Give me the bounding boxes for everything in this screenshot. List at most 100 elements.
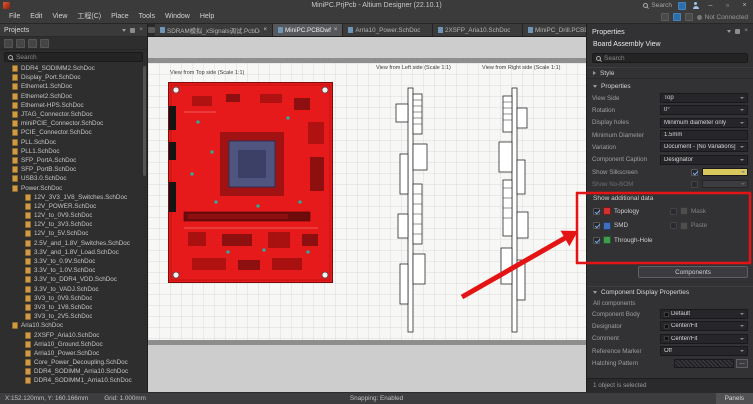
tree-item[interactable]: DDR4_SODIMM2.SchDoc xyxy=(0,64,147,73)
panels-button[interactable]: Panels xyxy=(716,393,753,404)
draftsman-canvas[interactable]: View from Left side (Scale 1:1) View fro… xyxy=(148,37,586,392)
tree-item[interactable]: JTAG_Connector.SchDoc xyxy=(0,110,147,119)
close-button[interactable] xyxy=(739,0,750,11)
tree-item[interactable]: SFP_PortB.SchDoc xyxy=(0,165,147,174)
tree-item[interactable]: USB3.0.SchDoc xyxy=(0,174,147,183)
tree-item[interactable]: PCIE_Connector.SchDoc xyxy=(0,128,147,137)
pin-icon[interactable] xyxy=(735,29,740,34)
panel-settings-icon[interactable] xyxy=(40,39,49,48)
tree-item[interactable]: Arria10_Ground.SchDoc xyxy=(0,340,147,349)
document-tab[interactable]: MiniPC.PCBDwf xyxy=(273,24,343,36)
tree-item[interactable]: 3V3_to_1V8.SchDoc xyxy=(0,303,147,312)
property-dropdown[interactable]: 0° xyxy=(660,105,748,115)
checkbox[interactable] xyxy=(593,222,600,229)
tree-item[interactable]: 3V3_to_0V9.SchDoc xyxy=(0,294,147,303)
show-silkscreen-checkbox[interactable] xyxy=(691,169,698,176)
tree-item[interactable]: miniPCIE_Connector.SchDoc xyxy=(0,119,147,128)
tree-item[interactable]: 12V_to_3V3.SchDoc xyxy=(0,220,147,229)
minimize-button[interactable] xyxy=(705,0,716,11)
pcb-right-side-view[interactable] xyxy=(496,84,536,336)
user-account-icon[interactable] xyxy=(692,2,699,9)
property-dropdown[interactable]: Designator xyxy=(660,155,748,165)
checkbox[interactable] xyxy=(593,208,600,215)
chevron-down-icon[interactable] xyxy=(122,29,126,32)
tree-item[interactable]: Arria10_Power.SchDoc xyxy=(0,349,147,358)
tab-close-icon[interactable] xyxy=(263,27,267,33)
reference-marker-dropdown[interactable]: Off xyxy=(660,346,748,356)
hatching-pattern-swatch[interactable] xyxy=(674,359,734,368)
compile-icon[interactable] xyxy=(16,39,25,48)
pcb-top-view[interactable] xyxy=(168,82,333,283)
connection-status[interactable]: Not Connected xyxy=(697,14,748,21)
properties-section-header[interactable]: Properties xyxy=(587,80,753,92)
checkbox-item[interactable]: Through-Hole xyxy=(593,235,670,245)
tree-item[interactable]: 12V_3V3_1V8_Switches.SchDoc xyxy=(0,193,147,202)
show-no-bom-checkbox[interactable] xyxy=(691,181,698,188)
color-swatch[interactable] xyxy=(603,222,611,230)
workspace-icon[interactable] xyxy=(673,13,681,21)
menu-item[interactable]: 工程(C) xyxy=(72,11,106,23)
tree-item[interactable]: 3.3V_to_1.0V.SchDoc xyxy=(0,266,147,275)
tree-item[interactable]: Core_Power_Decoupling.SchDoc xyxy=(0,358,147,367)
property-dropdown[interactable]: Center/Fit xyxy=(660,334,748,344)
silkscreen-color-swatch[interactable] xyxy=(702,168,748,176)
open-project-icon[interactable] xyxy=(28,39,37,48)
menu-item[interactable]: Help xyxy=(195,11,219,23)
checkbox[interactable] xyxy=(670,222,677,229)
maximize-button[interactable] xyxy=(722,0,733,12)
color-swatch[interactable] xyxy=(680,222,688,230)
property-dropdown[interactable]: Minimum diameter only xyxy=(660,118,748,128)
tree-item[interactable]: Display_Port.SchDoc xyxy=(0,73,147,82)
layout-icon[interactable] xyxy=(661,13,669,21)
tree-item[interactable]: Ethernet-HPS.SchDoc xyxy=(0,101,147,110)
checkbox-item[interactable]: Topology xyxy=(593,206,670,216)
chevron-down-icon[interactable] xyxy=(727,30,731,33)
menu-item[interactable]: Tools xyxy=(134,11,160,23)
tab-close-icon[interactable] xyxy=(334,27,338,33)
property-dropdown[interactable]: Document - [No Variations] xyxy=(660,142,748,152)
document-tab[interactable]: Arria10_Power.SchDoc xyxy=(343,24,433,36)
checkbox[interactable] xyxy=(593,237,600,244)
projects-search-input[interactable]: Search xyxy=(4,52,143,62)
home-icon[interactable] xyxy=(148,24,155,36)
tree-item[interactable]: 12V_to_5V.SchDoc xyxy=(0,229,147,238)
tree-item[interactable]: 12V_to_0V9.SchDoc xyxy=(0,211,147,220)
checkbox-item[interactable]: SMD xyxy=(593,221,670,231)
menu-item[interactable]: File xyxy=(4,11,25,23)
cloud-account-icon[interactable] xyxy=(678,2,686,10)
ellipsis-button[interactable] xyxy=(736,359,748,368)
color-swatch[interactable] xyxy=(680,207,688,215)
tree-item[interactable]: 3.3V_to_DDR4_VDD.SchDoc xyxy=(0,275,147,284)
tree-item[interactable]: 3.3V_to_0.9V.SchDoc xyxy=(0,257,147,266)
tree-item[interactable]: DDR4_SODIMM_Arria10.SchDoc xyxy=(0,367,147,376)
close-panel-icon[interactable] xyxy=(744,28,748,34)
tree-item[interactable]: Power.SchDoc xyxy=(0,183,147,192)
save-icon[interactable] xyxy=(4,39,13,48)
tree-item[interactable]: Aria10.SchDoc xyxy=(0,321,147,330)
property-dropdown[interactable]: Center/Fit xyxy=(660,321,748,331)
tree-item[interactable]: Ethernet2.SchDoc xyxy=(0,92,147,101)
close-panel-icon[interactable] xyxy=(139,27,143,33)
tree-item[interactable]: PLL1.SchDoc xyxy=(0,147,147,156)
components-button[interactable]: Components xyxy=(638,266,748,278)
menu-item[interactable]: Edit xyxy=(25,11,47,23)
tree-item[interactable]: DDR4_SODIMM1_Arria10.SchDoc xyxy=(0,376,147,385)
tree-item[interactable]: PLL.SchDoc xyxy=(0,138,147,147)
tree-item[interactable]: 3V3_to_2V5.SchDoc xyxy=(0,312,147,321)
tree-item[interactable]: Ethernet1.SchDoc xyxy=(0,82,147,91)
snapping-indicator[interactable]: Snapping: Enabled xyxy=(350,395,403,402)
document-tab[interactable]: SDRAM模拟_xSignals调试.PcbDoc xyxy=(155,24,273,36)
tree-item[interactable]: 2XSFP_Aria10.SchDoc xyxy=(0,330,147,339)
tree-item[interactable]: 2.5V_and_1.8V_Switches.SchDoc xyxy=(0,239,147,248)
tree-item[interactable]: 3.3V_and_1.8V_Load.SchDoc xyxy=(0,248,147,257)
component-display-section-header[interactable]: Component Display Properties xyxy=(587,286,753,298)
property-dropdown[interactable]: 1.5mm xyxy=(660,130,748,140)
color-swatch[interactable] xyxy=(603,207,611,215)
projects-scrollbar[interactable] xyxy=(143,66,146,176)
pcb-left-side-view[interactable] xyxy=(388,84,436,336)
checkbox[interactable] xyxy=(670,208,677,215)
global-search[interactable]: Search xyxy=(643,2,672,9)
menu-item[interactable]: Place xyxy=(106,11,134,23)
style-section-header[interactable]: Style xyxy=(587,67,753,79)
color-swatch[interactable] xyxy=(603,236,611,244)
